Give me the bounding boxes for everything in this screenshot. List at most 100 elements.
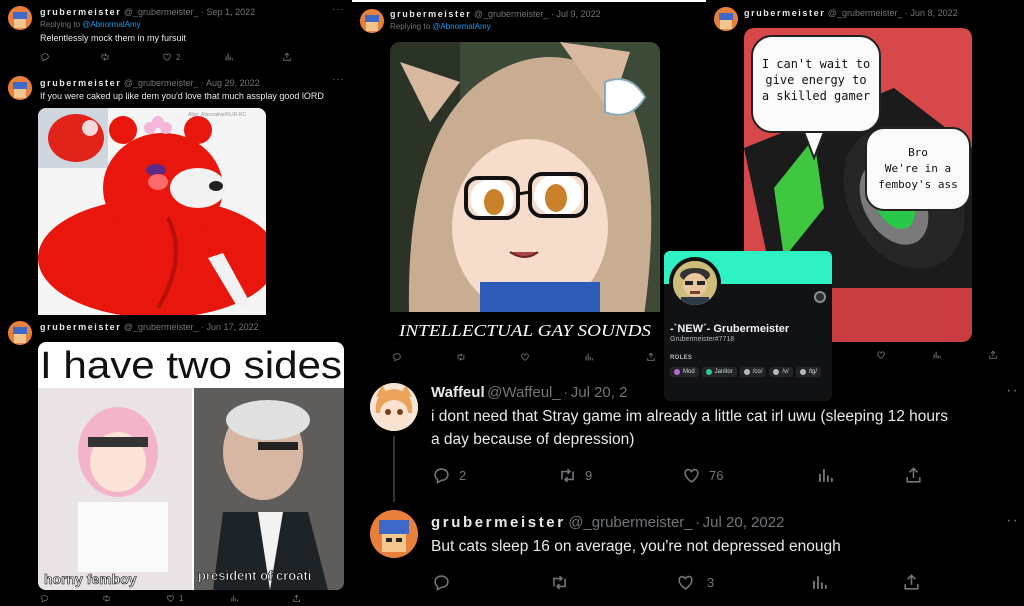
share-button[interactable] (988, 350, 998, 360)
tweet-image[interactable]: I have two sides horny femboy president … (38, 342, 344, 590)
author-handle[interactable]: @_grubermeister_ (474, 9, 549, 19)
tweet-date[interactable]: Sep 1, 2022 (207, 7, 256, 17)
role-pill[interactable]: /co/ (739, 367, 767, 377)
retweet-button[interactable] (100, 52, 162, 62)
retweet-button[interactable]: 9 (558, 466, 682, 485)
tweet-date[interactable]: Jun 8, 2022 (911, 8, 958, 18)
author-name[interactable]: grubermeister (40, 78, 121, 88)
tweet-date[interactable]: Jun 17, 2022 (207, 322, 259, 332)
separator: · (201, 322, 205, 332)
bubble2-line: Bro (908, 146, 928, 159)
share-button[interactable] (646, 352, 656, 362)
like-icon (876, 350, 886, 360)
views-icon (810, 573, 829, 592)
tweet-card[interactable]: grubermeister @_grubermeister_ · Jul 20,… (354, 502, 1024, 606)
more-icon[interactable]: ·· (1006, 512, 1019, 530)
role-color-dot (674, 369, 680, 375)
role-pill[interactable]: /tg/ (795, 367, 822, 377)
like-button[interactable] (520, 352, 584, 362)
tweet-date[interactable]: Jul 9, 2022 (557, 9, 601, 19)
tweet-date[interactable]: Jul 20, 2 (571, 384, 628, 401)
tweet-card[interactable]: grubermeister @_grubermeister_ · Jul 9, … (352, 0, 706, 376)
nitro-badge-icon[interactable] (814, 291, 826, 303)
reply-button[interactable] (40, 594, 102, 603)
role-pill[interactable]: /v/ (769, 367, 793, 377)
like-button[interactable] (876, 350, 932, 360)
views-icon (816, 466, 835, 485)
views-button[interactable] (224, 52, 282, 62)
reply-icon (40, 594, 49, 603)
avatar[interactable] (360, 9, 384, 33)
more-icon[interactable]: ·· (1006, 382, 1019, 400)
tweet-date[interactable]: Jul 20, 2022 (703, 514, 785, 531)
retweet-button[interactable] (550, 573, 676, 592)
tweet-header: Waffeul @Waffeul_ · Jul 20, 2 (431, 384, 627, 401)
retweet-icon (550, 573, 569, 592)
like-button[interactable]: 76 (682, 466, 816, 485)
views-button[interactable] (816, 466, 904, 485)
reply-button[interactable] (40, 52, 100, 62)
tweet-card[interactable]: grubermeister @_grubermeister_ · Sep 1, … (0, 0, 352, 70)
views-icon (932, 350, 942, 360)
reply-button[interactable] (392, 352, 456, 362)
avatar[interactable] (370, 510, 418, 558)
bubble2-line: We're in a (885, 162, 951, 175)
tweet-date[interactable]: Aug 29, 2022 (206, 78, 260, 88)
role-color-dot (773, 369, 780, 375)
role-pill[interactable]: Mod (670, 367, 699, 377)
tweet-card[interactable]: grubermeister @_grubermeister_ · Jun 17,… (0, 315, 352, 606)
share-button[interactable] (282, 52, 292, 62)
avatar[interactable] (8, 6, 32, 30)
image-watermark: Alter_Alternative/KLIR-RC (188, 112, 246, 118)
author-name[interactable]: grubermeister (744, 8, 825, 18)
reply-count: 2 (459, 468, 467, 483)
reply-button[interactable] (432, 573, 550, 592)
author-handle[interactable]: @_grubermeister_ (124, 322, 199, 332)
like-icon (682, 466, 701, 485)
author-handle[interactable]: @_grubermeister_ (828, 8, 903, 18)
share-icon (902, 573, 921, 592)
tweet-image[interactable]: INTELLECTUAL GAY SOUNDS (390, 42, 660, 344)
role-color-dot (705, 369, 712, 375)
author-handle[interactable]: @_grubermeister_ (124, 78, 199, 88)
share-button[interactable] (904, 466, 923, 485)
like-icon (166, 594, 175, 603)
avatar[interactable] (370, 383, 418, 431)
author-handle[interactable]: @_grubermeister_ (568, 514, 692, 531)
share-button[interactable] (902, 573, 921, 592)
avatar[interactable] (669, 257, 721, 309)
views-button[interactable] (810, 573, 902, 592)
share-button[interactable] (292, 594, 301, 603)
author-name[interactable]: grubermeister (40, 7, 121, 17)
more-icon[interactable]: ··· (332, 74, 345, 85)
avatar[interactable] (714, 7, 738, 31)
avatar[interactable] (8, 76, 32, 100)
retweet-button[interactable] (456, 352, 520, 362)
mention-link[interactable]: @AbnormalAmy (82, 20, 140, 29)
like-button[interactable]: 2 (162, 52, 224, 62)
tweet-card[interactable]: grubermeister @_grubermeister_ · Aug 29,… (0, 70, 352, 315)
roles-list: Mod Janitor/co/ /v/ /tg/ (670, 367, 830, 377)
author-name[interactable]: Waffeul (431, 384, 485, 401)
author-handle[interactable]: @Waffeul_ (487, 384, 561, 401)
author-name[interactable]: grubermeister (431, 514, 566, 531)
role-pill[interactable]: Janitor (701, 367, 737, 377)
tweet-image[interactable]: Alter_Alternative/KLIR-RC (38, 108, 266, 315)
avatar[interactable] (8, 321, 32, 345)
author-name[interactable]: grubermeister (390, 9, 471, 19)
author-handle[interactable]: @_grubermeister_ (124, 7, 199, 17)
like-button[interactable]: 1 (166, 594, 230, 603)
like-count: 76 (709, 468, 724, 483)
reply-button[interactable]: 2 (432, 466, 558, 485)
retweet-count: 9 (585, 468, 593, 483)
mention-link[interactable]: @AbnormalAmy (432, 22, 490, 31)
author-name[interactable]: grubermeister (40, 322, 121, 332)
more-icon[interactable]: ··· (332, 4, 345, 15)
retweet-button[interactable] (102, 594, 166, 603)
views-button[interactable] (230, 594, 292, 603)
views-button[interactable] (584, 352, 646, 362)
views-button[interactable] (932, 350, 988, 360)
replying-to: Replying to @AbnormalAmy (40, 20, 141, 29)
like-button[interactable]: 3 (676, 573, 810, 592)
role-name: Janitor (714, 369, 733, 375)
